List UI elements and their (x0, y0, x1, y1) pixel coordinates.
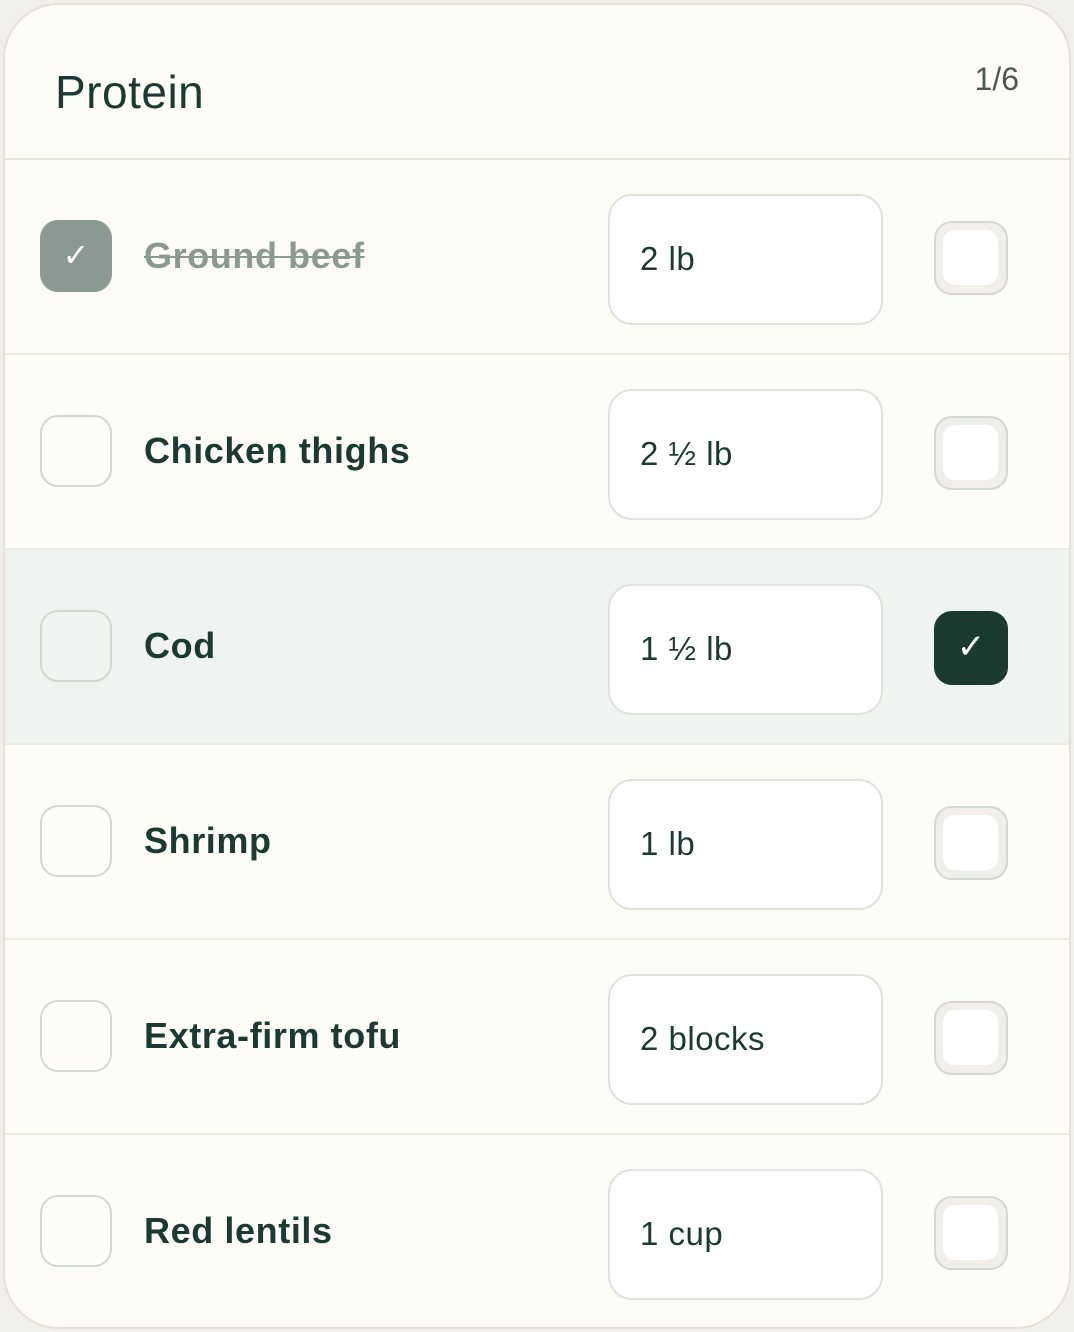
select-toggle[interactable] (934, 806, 1008, 880)
item-name: Chicken thighs (144, 430, 411, 471)
toggle-inner (943, 425, 998, 480)
toggle-inner (943, 1205, 998, 1260)
toggle-inner (943, 815, 998, 870)
item-name: Ground beef (144, 235, 365, 276)
list-item-extra-firm-tofu: Extra-firm tofu 2 blocks (5, 940, 1069, 1135)
check-icon: ✓ (62, 237, 90, 273)
quantity-field[interactable]: 2 ½ lb (608, 389, 883, 520)
select-toggle-on[interactable]: ✓ (934, 611, 1008, 685)
card-header: Protein 1/6 (5, 5, 1069, 160)
ingredient-card: Protein 1/6 ✓ Ground beef 2 lb Chicken t… (3, 3, 1071, 1329)
checkbox[interactable] (40, 805, 112, 877)
toggle-inner (943, 230, 998, 285)
checkbox[interactable] (40, 610, 112, 682)
list-item-ground-beef: ✓ Ground beef 2 lb (5, 160, 1069, 355)
item-name: Red lentils (144, 1210, 333, 1251)
list-item-chicken-thighs: Chicken thighs 2 ½ lb (5, 355, 1069, 550)
progress-count: 1/6 (974, 61, 1019, 97)
quantity-field[interactable]: 2 blocks (608, 974, 883, 1105)
checkbox-checked[interactable]: ✓ (40, 220, 112, 292)
select-toggle[interactable] (934, 1196, 1008, 1270)
item-name: Shrimp (144, 820, 272, 861)
item-name: Extra-firm tofu (144, 1015, 402, 1056)
list-item-cod: Cod 1 ½ lb ✓ (5, 550, 1069, 745)
checkbox[interactable] (40, 1195, 112, 1267)
quantity-field[interactable]: 1 cup (608, 1169, 883, 1300)
item-name: Cod (144, 625, 216, 666)
select-toggle[interactable] (934, 1001, 1008, 1075)
select-toggle[interactable] (934, 416, 1008, 490)
toggle-inner (943, 1010, 998, 1065)
list-item-shrimp: Shrimp 1 lb (5, 745, 1069, 940)
select-toggle[interactable] (934, 221, 1008, 295)
checkbox[interactable] (40, 1000, 112, 1072)
check-icon: ✓ (956, 628, 986, 666)
quantity-field[interactable]: 2 lb (608, 194, 883, 325)
list-item-red-lentils: Red lentils 1 cup (5, 1135, 1069, 1327)
quantity-field[interactable]: 1 ½ lb (608, 584, 883, 715)
checkbox[interactable] (40, 415, 112, 487)
quantity-field[interactable]: 1 lb (608, 779, 883, 910)
section-title: Protein (55, 66, 205, 118)
